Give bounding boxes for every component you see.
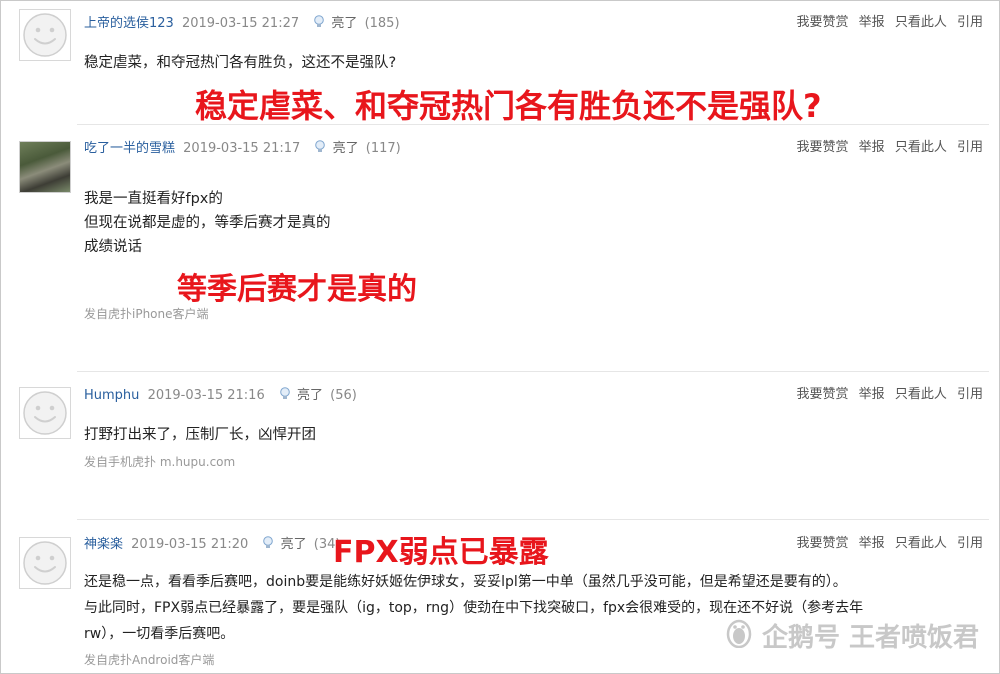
client-source: 发自虎扑Android客户端 bbox=[84, 653, 215, 667]
penguin-icon bbox=[724, 616, 754, 655]
reply-content: 打野打出来了，压制厂长，凶悍开团 bbox=[84, 423, 316, 447]
quote-link[interactable]: 引用 bbox=[957, 536, 983, 551]
reply-actions: 我要赞赏 举报 只看此人 引用 bbox=[791, 15, 983, 31]
reply-meta: 吃了一半的雪糕 2019-03-15 21:17 亮了 (117) bbox=[84, 140, 401, 159]
reply-content: 稳定虐菜，和夺冠热门各有胜负，这还不是强队? bbox=[84, 51, 396, 75]
appreciate-link[interactable]: 我要赞赏 bbox=[797, 536, 849, 551]
only-this-user-link[interactable]: 只看此人 bbox=[895, 536, 947, 551]
report-link[interactable]: 举报 bbox=[859, 140, 885, 155]
smiley-icon bbox=[23, 541, 67, 585]
light-button[interactable]: 亮了 bbox=[281, 537, 307, 552]
reply-divider bbox=[77, 124, 989, 125]
content-line: 稳定虐菜，和夺冠热门各有胜负，这还不是强队? bbox=[84, 55, 397, 71]
default-avatar[interactable] bbox=[19, 9, 71, 61]
content-line: 我是一直挺看好fpx的 bbox=[84, 191, 223, 207]
reply-actions: 我要赞赏 举报 只看此人 引用 bbox=[791, 536, 983, 552]
light-count: (56) bbox=[330, 388, 357, 403]
quote-link[interactable]: 引用 bbox=[957, 140, 983, 155]
annotation-overlay: FPX弱点已暴露 bbox=[333, 535, 549, 570]
reply-divider bbox=[77, 519, 989, 520]
report-link[interactable]: 举报 bbox=[859, 387, 885, 402]
username-link[interactable]: 上帝的选侯123 bbox=[84, 16, 174, 31]
default-avatar[interactable] bbox=[19, 387, 71, 439]
post-time: 2019-03-15 21:17 bbox=[183, 141, 301, 156]
username-link[interactable]: 神楽楽 bbox=[84, 537, 123, 552]
reply-actions: 我要赞赏 举报 只看此人 引用 bbox=[791, 387, 983, 403]
light-button[interactable]: 亮了 bbox=[333, 141, 359, 156]
only-this-user-link[interactable]: 只看此人 bbox=[895, 140, 947, 155]
annotation-overlay: 稳定虐菜、和夺冠热门各有胜负还不是强队? bbox=[195, 87, 822, 125]
post-time: 2019-03-15 21:27 bbox=[181, 16, 300, 31]
reply-meta: Humphu 2019-03-15 21:16 亮了 (56) bbox=[84, 387, 357, 406]
report-link[interactable]: 举报 bbox=[859, 536, 885, 551]
quote-link[interactable]: 引用 bbox=[957, 387, 983, 402]
smiley-icon bbox=[23, 13, 67, 57]
bulb-icon[interactable] bbox=[314, 140, 326, 159]
reply-divider bbox=[77, 371, 989, 372]
post-time: 2019-03-15 21:16 bbox=[147, 388, 265, 403]
reply-list: 上帝的选侯123 2019-03-15 21:27 亮了 (185) 我要赞赏 … bbox=[0, 0, 1000, 674]
only-this-user-link[interactable]: 只看此人 bbox=[895, 15, 947, 30]
default-avatar[interactable] bbox=[19, 537, 71, 589]
client-source: 发自手机虎扑 m.hupu.com bbox=[84, 455, 236, 469]
appreciate-link[interactable]: 我要赞赏 bbox=[797, 387, 849, 402]
light-button[interactable]: 亮了 bbox=[331, 16, 357, 31]
client-source: 发自虎扑iPhone客户端 bbox=[84, 307, 209, 321]
content-line: 成绩说话 bbox=[84, 239, 142, 255]
reply-meta: 上帝的选侯123 2019-03-15 21:27 亮了 (185) bbox=[84, 15, 400, 34]
appreciate-link[interactable]: 我要赞赏 bbox=[797, 140, 849, 155]
content-line: 还是稳一点，看看季后赛吧，doinb要是能练好妖姬佐伊球女，妥妥lpl第一中单（… bbox=[84, 574, 847, 590]
watermark: 企鹅号 王者喷饭君 bbox=[724, 616, 979, 655]
light-count: (185) bbox=[364, 16, 400, 31]
bulb-icon[interactable] bbox=[313, 15, 325, 34]
photo-avatar[interactable] bbox=[19, 141, 71, 193]
bulb-icon[interactable] bbox=[262, 536, 274, 555]
watermark-text: 企鹅号 王者喷饭君 bbox=[761, 623, 979, 653]
content-line: 打野打出来了，压制厂长，凶悍开团 bbox=[84, 427, 316, 443]
quote-link[interactable]: 引用 bbox=[957, 15, 983, 30]
bulb-icon[interactable] bbox=[279, 387, 291, 406]
reply-meta: 神楽楽 2019-03-15 21:20 亮了 (34) bbox=[84, 536, 340, 555]
light-count: (117) bbox=[365, 141, 401, 156]
reply-content: 我是一直挺看好fpx的 但现在说都是虚的，等季后赛才是真的 成绩说话 bbox=[84, 187, 331, 259]
appreciate-link[interactable]: 我要赞赏 bbox=[797, 15, 849, 30]
report-link[interactable]: 举报 bbox=[859, 15, 885, 30]
post-time: 2019-03-15 21:20 bbox=[131, 537, 249, 552]
username-link[interactable]: Humphu bbox=[84, 388, 139, 403]
light-button[interactable]: 亮了 bbox=[297, 388, 323, 403]
smiley-icon bbox=[23, 391, 67, 435]
only-this-user-link[interactable]: 只看此人 bbox=[895, 387, 947, 402]
username-link[interactable]: 吃了一半的雪糕 bbox=[84, 141, 175, 156]
reply-actions: 我要赞赏 举报 只看此人 引用 bbox=[791, 140, 983, 156]
annotation-overlay: 等季后赛才是真的 bbox=[177, 272, 417, 307]
content-line: 但现在说都是虚的，等季后赛才是真的 bbox=[84, 215, 331, 231]
